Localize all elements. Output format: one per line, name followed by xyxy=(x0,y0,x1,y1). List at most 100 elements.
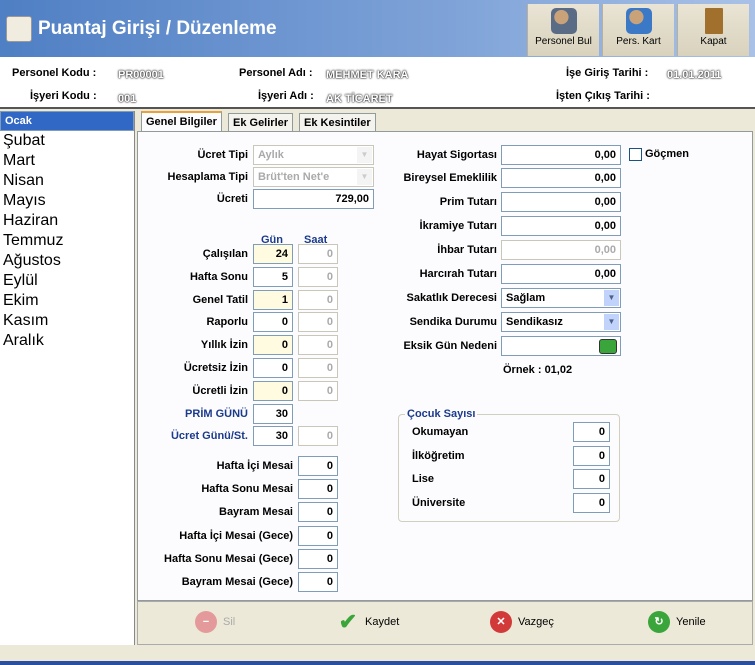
ucret-gunu-input[interactable]: 30 xyxy=(253,426,293,446)
prim-gunu-input[interactable]: 30 xyxy=(253,404,293,424)
cocuk-sayisi-title: Çocuk Sayısı xyxy=(405,408,478,420)
vazgec-button[interactable]: ✕ Vazgeç xyxy=(490,610,554,634)
kapat-button[interactable]: Kapat xyxy=(677,4,749,56)
person-card-icon xyxy=(625,8,652,34)
amount-label: Prim Tutarı xyxy=(439,196,497,208)
cocuk-input[interactable]: 0 xyxy=(573,422,610,442)
cocuk-input[interactable]: 0 xyxy=(573,469,610,489)
isten-cikis-label: İşten Çıkış Tarihi : xyxy=(556,90,650,102)
prim-gunu-label: PRİM GÜNÜ xyxy=(185,408,248,420)
sakatlik-select[interactable]: Sağlam ▼ xyxy=(501,288,621,308)
month-item[interactable]: Nisan xyxy=(0,171,134,191)
ise-giris-label: İşe Giriş Tarihi : xyxy=(566,67,649,79)
tab-ek-gelirler[interactable]: Ek Gelirler xyxy=(228,113,294,132)
chevron-down-icon: ▼ xyxy=(604,314,619,330)
isyeri-adi-value: AK TİCARET xyxy=(326,93,393,105)
employee-info: Personel Kodu : PR00001 Personel Adı : M… xyxy=(0,57,755,109)
hesaplama-tipi-select[interactable]: Brüt'ten Net'e ▼ xyxy=(253,167,374,187)
sendika-select[interactable]: Sendikasız ▼ xyxy=(501,312,621,332)
ucret-tipi-select[interactable]: Aylık ▼ xyxy=(253,145,374,165)
gun-input[interactable]: 24 xyxy=(253,244,293,264)
personel-adi-label: Personel Adı : xyxy=(239,67,313,79)
day-row-label: Ücretsiz İzin xyxy=(183,362,248,374)
mesai-label: Hafta İçi Mesai (Gece) xyxy=(179,530,293,542)
mesai-input[interactable]: 0 xyxy=(298,456,338,476)
personel-kodu-label: Personel Kodu : xyxy=(12,67,97,79)
month-item[interactable]: Kasım xyxy=(0,311,134,331)
gun-input[interactable]: 0 xyxy=(253,358,293,378)
gun-input[interactable]: 0 xyxy=(253,312,293,332)
month-item[interactable]: Ağustos xyxy=(0,251,134,271)
ucreti-label: Ücreti xyxy=(216,193,248,205)
month-item[interactable]: Ocak xyxy=(0,111,134,131)
refresh-lookup-icon[interactable] xyxy=(599,339,617,354)
amount-input[interactable]: 0,00 xyxy=(501,264,621,284)
cocuk-label: Lise xyxy=(412,473,435,485)
amount-label: İkramiye Tutarı xyxy=(419,220,497,232)
mesai-label: Hafta Sonu Mesai xyxy=(201,483,293,495)
saat-input[interactable]: 0 xyxy=(298,335,338,355)
mesai-input[interactable]: 0 xyxy=(298,479,338,499)
day-row-label: Hafta Sonu xyxy=(189,271,248,283)
cocuk-label: İlköğretim xyxy=(412,450,465,462)
saat-input[interactable]: 0 xyxy=(298,358,338,378)
checkmark-icon: ✔ xyxy=(338,609,358,634)
month-list[interactable]: Ocak Şubat Mart Nisan Mayıs Haziran Temmuz Ağus… xyxy=(0,111,135,645)
tab-ek-kesintiler[interactable]: Ek Kesintiler xyxy=(299,113,376,132)
cocuk-input[interactable]: 0 xyxy=(573,446,610,466)
saat-input[interactable]: 0 xyxy=(298,381,338,401)
amount-label: Bireysel Emeklilik xyxy=(403,172,497,184)
amount-input[interactable]: 0,00 xyxy=(501,240,621,260)
gun-input[interactable]: 1 xyxy=(253,290,293,310)
mesai-input[interactable]: 0 xyxy=(298,502,338,522)
kaydet-button[interactable]: ✔ Kaydet xyxy=(337,610,399,634)
amount-input[interactable]: 0,00 xyxy=(501,216,621,236)
saat-input[interactable]: 0 xyxy=(298,267,338,287)
month-item[interactable]: Haziran xyxy=(0,211,134,231)
personel-adi-value: MEHMET KARA xyxy=(326,69,409,81)
mesai-label: Bayram Mesai (Gece) xyxy=(181,576,293,588)
mesai-input[interactable]: 0 xyxy=(298,572,338,592)
cocuk-input[interactable]: 0 xyxy=(573,493,610,513)
mesai-label: Hafta İçi Mesai xyxy=(216,460,293,472)
hesaplama-tipi-label: Hesaplama Tipi xyxy=(167,171,249,183)
month-item[interactable]: Şubat xyxy=(0,131,134,151)
day-row-label: Raporlu xyxy=(206,316,248,328)
gocmen-checkbox[interactable] xyxy=(629,148,642,161)
ise-giris-value: 01.01.2011 xyxy=(667,69,722,81)
mesai-input[interactable]: 0 xyxy=(298,549,338,569)
month-item[interactable]: Eylül xyxy=(0,271,134,291)
amount-input[interactable]: 0,00 xyxy=(501,168,621,188)
ucreti-input[interactable]: 729,00 xyxy=(253,189,374,209)
eksik-gun-label: Eksik Gün Nedeni xyxy=(403,340,497,352)
isyeri-kodu-label: İşyeri Kodu : xyxy=(30,90,97,102)
ucret-saat-input[interactable]: 0 xyxy=(298,426,338,446)
sil-button[interactable]: − Sil xyxy=(195,610,235,634)
cancel-x-icon: ✕ xyxy=(490,611,512,633)
pers-kart-button[interactable]: Pers. Kart xyxy=(602,4,674,56)
timesheet-icon xyxy=(6,16,32,42)
amount-input[interactable]: 0,00 xyxy=(501,145,621,165)
month-item[interactable]: Ekim xyxy=(0,291,134,311)
refresh-icon: ↻ xyxy=(648,611,670,633)
personel-bul-button[interactable]: Personel Bul xyxy=(527,4,599,56)
month-item[interactable]: Temmuz xyxy=(0,231,134,251)
amount-label: Hayat Sigortası xyxy=(416,149,497,161)
saat-input[interactable]: 0 xyxy=(298,290,338,310)
gun-input[interactable]: 0 xyxy=(253,381,293,401)
mesai-input[interactable]: 0 xyxy=(298,526,338,546)
amount-label: İhbar Tutarı xyxy=(437,244,497,256)
tab-genel-bilgiler[interactable]: Genel Bilgiler xyxy=(141,111,222,132)
amount-input[interactable]: 0,00 xyxy=(501,192,621,212)
saat-input[interactable]: 0 xyxy=(298,244,338,264)
saat-input[interactable]: 0 xyxy=(298,312,338,332)
yenile-button[interactable]: ↻ Yenile xyxy=(648,610,706,634)
cocuk-label: Üniversite xyxy=(412,497,466,509)
month-item[interactable]: Aralık xyxy=(0,331,134,351)
month-item[interactable]: Mart xyxy=(0,151,134,171)
personel-kodu-value: PR00001 xyxy=(118,69,164,81)
month-item[interactable]: Mayıs xyxy=(0,191,134,211)
gun-input[interactable]: 5 xyxy=(253,267,293,287)
mesai-label: Bayram Mesai xyxy=(219,506,293,518)
gun-input[interactable]: 0 xyxy=(253,335,293,355)
